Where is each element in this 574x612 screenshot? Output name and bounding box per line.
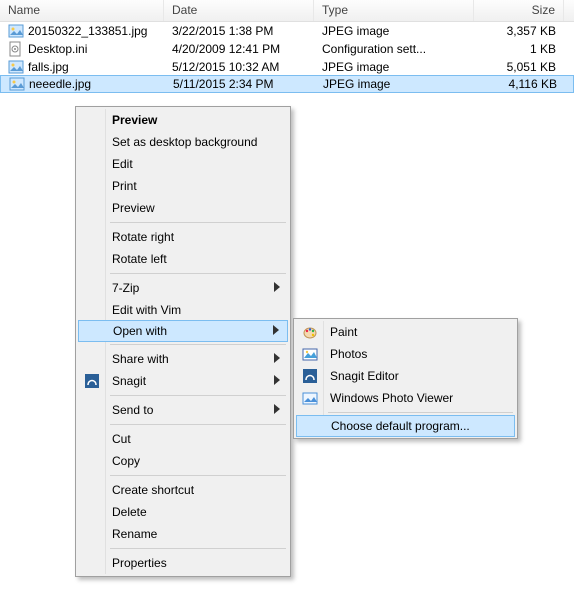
menu-label: Windows Photo Viewer	[330, 391, 453, 405]
snagit-editor-icon	[302, 368, 318, 384]
menu-snagit[interactable]: Snagit	[78, 370, 288, 392]
menu-label: Choose default program...	[331, 419, 470, 433]
menu-delete[interactable]: Delete	[78, 501, 288, 523]
submenu-arrow-icon	[274, 374, 280, 388]
menu-label: Edit with Vim	[112, 303, 181, 317]
menu-7zip[interactable]: 7-Zip	[78, 277, 288, 299]
menu-preview[interactable]: Preview	[78, 197, 288, 219]
file-date: 3/22/2015 1:38 PM	[164, 23, 314, 39]
menu-label: Preview	[112, 113, 157, 127]
snagit-icon	[84, 373, 100, 389]
ini-file-icon	[8, 41, 24, 57]
file-row[interactable]: falls.jpg 5/12/2015 10:32 AM JPEG image …	[0, 58, 574, 76]
submenu-arrow-icon	[273, 324, 279, 338]
menu-label: Snagit	[112, 374, 146, 388]
image-file-icon	[8, 23, 24, 39]
file-row[interactable]: 20150322_133851.jpg 3/22/2015 1:38 PM JP…	[0, 22, 574, 40]
menu-label: Open with	[113, 324, 167, 338]
menu-properties[interactable]: Properties	[78, 552, 288, 574]
menu-preview-bold[interactable]: Preview	[78, 109, 288, 131]
context-menu: Preview Set as desktop background Edit P…	[75, 106, 291, 577]
menu-label: Cut	[112, 432, 131, 446]
photos-icon	[302, 346, 318, 362]
paint-icon	[302, 324, 318, 340]
file-name: Desktop.ini	[28, 42, 87, 56]
menu-set-desktop-background[interactable]: Set as desktop background	[78, 131, 288, 153]
menu-separator	[110, 395, 286, 396]
menu-edit-with-vim[interactable]: Edit with Vim	[78, 299, 288, 321]
menu-rename[interactable]: Rename	[78, 523, 288, 545]
file-size: 4,116 KB	[475, 76, 565, 92]
image-file-icon	[9, 76, 25, 92]
menu-label: Snagit Editor	[330, 369, 399, 383]
file-list: 20150322_133851.jpg 3/22/2015 1:38 PM JP…	[0, 22, 574, 93]
menu-label: Paint	[330, 325, 357, 339]
menu-cut[interactable]: Cut	[78, 428, 288, 450]
menu-copy[interactable]: Copy	[78, 450, 288, 472]
menu-label: 7-Zip	[112, 281, 139, 295]
file-date: 5/12/2015 10:32 AM	[164, 59, 314, 75]
submenu-arrow-icon	[274, 352, 280, 366]
menu-share-with[interactable]: Share with	[78, 348, 288, 370]
file-size: 5,051 KB	[474, 59, 564, 75]
menu-label: Share with	[112, 352, 169, 366]
file-name: falls.jpg	[28, 60, 69, 74]
menu-label: Rotate right	[112, 230, 174, 244]
menu-separator	[110, 548, 286, 549]
menu-label: Edit	[112, 157, 133, 171]
photo-viewer-icon	[302, 390, 318, 406]
column-header-name[interactable]: Name	[0, 0, 164, 21]
column-header-type[interactable]: Type	[314, 0, 474, 21]
menu-open-with[interactable]: Open with	[78, 320, 288, 342]
menu-print[interactable]: Print	[78, 175, 288, 197]
menu-separator	[110, 222, 286, 223]
image-file-icon	[8, 59, 24, 75]
menu-edit[interactable]: Edit	[78, 153, 288, 175]
menu-label: Set as desktop background	[112, 135, 257, 149]
menu-label: Rename	[112, 527, 157, 541]
menu-label: Send to	[112, 403, 153, 417]
menu-create-shortcut[interactable]: Create shortcut	[78, 479, 288, 501]
menu-label: Print	[112, 179, 137, 193]
open-with-submenu: Paint Photos Snagit Editor Windows Photo…	[293, 318, 518, 439]
menu-label: Delete	[112, 505, 147, 519]
file-size: 1 KB	[474, 41, 564, 57]
menu-label: Preview	[112, 201, 155, 215]
file-size: 3,357 KB	[474, 23, 564, 39]
submenu-snagit-editor[interactable]: Snagit Editor	[296, 365, 515, 387]
file-date: 4/20/2009 12:41 PM	[164, 41, 314, 57]
column-header-size[interactable]: Size	[474, 0, 564, 21]
menu-separator	[110, 273, 286, 274]
file-type: JPEG image	[315, 76, 475, 92]
file-row-selected[interactable]: neeedle.jpg 5/11/2015 2:34 PM JPEG image…	[0, 75, 574, 93]
menu-separator	[110, 344, 286, 345]
menu-label: Photos	[330, 347, 367, 361]
column-header-date[interactable]: Date	[164, 0, 314, 21]
submenu-choose-default-program[interactable]: Choose default program...	[296, 415, 515, 437]
submenu-photos[interactable]: Photos	[296, 343, 515, 365]
file-name: 20150322_133851.jpg	[28, 24, 147, 38]
file-type: Configuration sett...	[314, 41, 474, 57]
menu-separator	[110, 475, 286, 476]
file-list-header: Name Date Type Size	[0, 0, 574, 22]
menu-label: Create shortcut	[112, 483, 194, 497]
submenu-windows-photo-viewer[interactable]: Windows Photo Viewer	[296, 387, 515, 409]
menu-label: Copy	[112, 454, 140, 468]
submenu-arrow-icon	[274, 403, 280, 417]
menu-separator	[328, 412, 513, 413]
menu-label: Properties	[112, 556, 167, 570]
menu-separator	[110, 424, 286, 425]
menu-rotate-left[interactable]: Rotate left	[78, 248, 288, 270]
file-row[interactable]: Desktop.ini 4/20/2009 12:41 PM Configura…	[0, 40, 574, 58]
submenu-arrow-icon	[274, 281, 280, 295]
file-type: JPEG image	[314, 23, 474, 39]
submenu-paint[interactable]: Paint	[296, 321, 515, 343]
file-type: JPEG image	[314, 59, 474, 75]
menu-send-to[interactable]: Send to	[78, 399, 288, 421]
menu-rotate-right[interactable]: Rotate right	[78, 226, 288, 248]
menu-label: Rotate left	[112, 252, 167, 266]
file-name: neeedle.jpg	[29, 77, 91, 91]
file-date: 5/11/2015 2:34 PM	[165, 76, 315, 92]
